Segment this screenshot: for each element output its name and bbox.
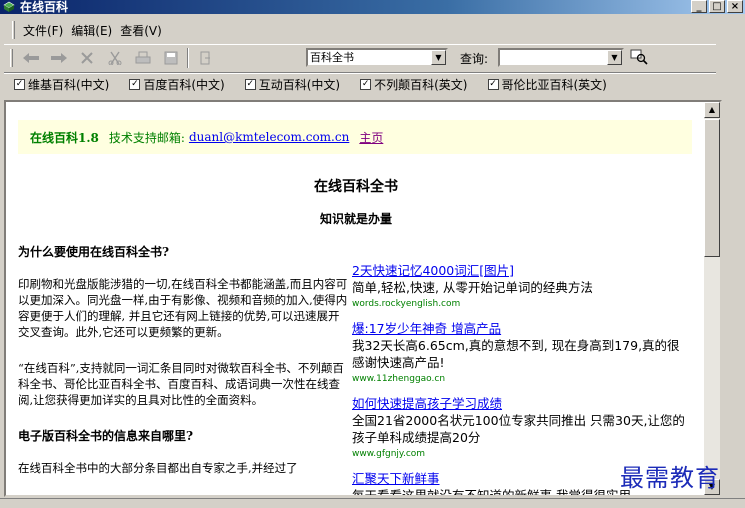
title-bar: 在线百科 _ □ ×: [0, 0, 745, 14]
menu-bar: 文件(F) 编辑(E) 查看(V): [0, 18, 745, 42]
article-paragraph: “在线百科”,支持就同一词汇条目同时对微软百科全书、不列颠百科全书、哥伦比亚百科…: [18, 361, 344, 407]
home-link[interactable]: 主页: [359, 129, 383, 146]
minimize-button[interactable]: _: [691, 0, 707, 13]
ad-item: 2天快速记忆4000词汇[图片] 简单,轻松,快速, 从零开始记单词的经典方法 …: [352, 262, 692, 312]
search-button[interactable]: [628, 47, 650, 67]
info-bar: 在线百科1.8 技术支持邮箱: duanl@kmtelecom.com.cn 主…: [18, 120, 692, 154]
source-label: 哥伦比亚百科(英文): [501, 78, 607, 92]
ad-description: 我32天长高6.65cm,真的意想不到, 现在身高到179,真的很感谢快速高产品…: [352, 338, 680, 370]
encyclopedia-select[interactable]: 百科全书 ▼: [306, 48, 448, 67]
source-columbia[interactable]: ✓ 哥伦比亚百科(英文): [487, 76, 607, 93]
vertical-scrollbar[interactable]: ▲ ▼: [704, 102, 720, 495]
ad-url[interactable]: words.rockyenglish.com: [352, 296, 692, 312]
query-input[interactable]: ▼: [498, 48, 624, 67]
maximize-button[interactable]: □: [709, 0, 725, 13]
ad-item: 爆:17岁少年神奇 增高产品 我32天长高6.65cm,真的意想不到, 现在身高…: [352, 320, 692, 387]
print-icon[interactable]: [129, 47, 157, 69]
menu-file[interactable]: 文件(F): [19, 22, 67, 39]
save-icon[interactable]: [157, 47, 185, 69]
support-email-link[interactable]: duanl@kmtelecom.com.cn: [189, 130, 349, 144]
article-heading: 为什么要使用在线百科全书?: [18, 245, 170, 259]
content-pane[interactable]: 在线百科1.8 技术支持邮箱: duanl@kmtelecom.com.cn 主…: [4, 100, 722, 497]
source-britannica[interactable]: ✓ 不列颠百科(英文): [360, 76, 468, 93]
source-label: 维基百科(中文): [28, 78, 110, 92]
query-label: 查询:: [460, 52, 489, 66]
window-controls: _ □ ×: [691, 0, 743, 13]
ad-description: 全国21省2000名状元100位专家共同推出 只需30天,让您的孩子单科成绩提高…: [352, 413, 685, 445]
ad-url[interactable]: www.11zhenggao.cn: [352, 371, 692, 387]
article-heading: 电子版百科全书的信息来自哪里?: [18, 429, 194, 443]
source-bar: ✓ 维基百科(中文) ✓ 百度百科(中文) ✓ 互动百科(中文) ✓ 不列颠百科…: [4, 72, 716, 96]
back-icon[interactable]: [17, 47, 45, 69]
source-label: 百度百科(中文): [143, 78, 225, 92]
chevron-down-icon[interactable]: ▼: [431, 50, 446, 65]
menu-grip: [12, 21, 15, 39]
app-name: 在线百科1.8: [30, 130, 99, 145]
source-baidu[interactable]: ✓ 百度百科(中文): [129, 76, 225, 93]
scroll-up-icon[interactable]: ▲: [704, 102, 720, 118]
forward-icon[interactable]: [45, 47, 73, 69]
status-bar: [0, 498, 745, 508]
encyclopedia-select-value: 百科全书: [310, 51, 354, 64]
chevron-down-icon[interactable]: ▼: [607, 50, 622, 65]
toolbar-separator: [187, 47, 189, 68]
app-book-icon: [3, 1, 15, 12]
search-icon: [630, 49, 648, 65]
checkbox[interactable]: ✓: [14, 79, 25, 90]
page-subtitle: 知识就是办量: [319, 212, 392, 226]
article-paragraph: 印刷物和光盘版能涉猎的一切,在线百科全书都能涵盖,而且内容可以更加深入。同光盘一…: [18, 277, 348, 339]
source-hudong[interactable]: ✓ 互动百科(中文): [244, 76, 341, 93]
article: 为什么要使用在线百科全书? 印刷物和光盘版能涉猎的一切,在线百科全书都能涵盖,而…: [18, 244, 348, 495]
article-paragraph: 在线百科全书中的大部分条目都出自专家之手,并经过了: [18, 461, 298, 475]
checkbox[interactable]: ✓: [244, 79, 256, 90]
ad-title-link[interactable]: 爆:17岁少年神奇 增高产品: [352, 320, 692, 337]
ad-title-link[interactable]: 2天快速记忆4000词汇[图片]: [352, 262, 692, 279]
source-label: 不列颠百科(英文): [374, 78, 468, 92]
checkbox[interactable]: ✓: [487, 79, 499, 90]
stop-icon[interactable]: [73, 47, 101, 69]
toolbar-grip: [10, 48, 13, 67]
menu-view[interactable]: 查看(V): [116, 22, 166, 39]
ad-item: 如何快速提高孩子学习成绩 全国21省2000名状元100位专家共同推出 只需30…: [352, 395, 692, 462]
exit-icon[interactable]: [191, 47, 219, 69]
close-button[interactable]: ×: [727, 0, 743, 13]
window-title: 在线百科: [20, 0, 69, 14]
ad-description: 简单,轻松,快速, 从零开始记单词的经典方法: [352, 280, 593, 295]
page-title: 在线百科全书: [314, 179, 398, 195]
checkbox[interactable]: ✓: [360, 79, 372, 90]
menu-edit[interactable]: 编辑(E): [67, 22, 116, 39]
checkbox[interactable]: ✓: [129, 79, 141, 90]
watermark: 最需教育: [620, 464, 720, 492]
cut-icon[interactable]: [101, 47, 129, 69]
ad-title-link[interactable]: 如何快速提高孩子学习成绩: [352, 395, 692, 412]
source-wiki[interactable]: ✓ 维基百科(中文): [14, 76, 109, 93]
support-label: 技术支持邮箱:: [108, 130, 185, 145]
scroll-thumb[interactable]: [704, 119, 720, 257]
source-label: 互动百科(中文): [258, 78, 341, 92]
